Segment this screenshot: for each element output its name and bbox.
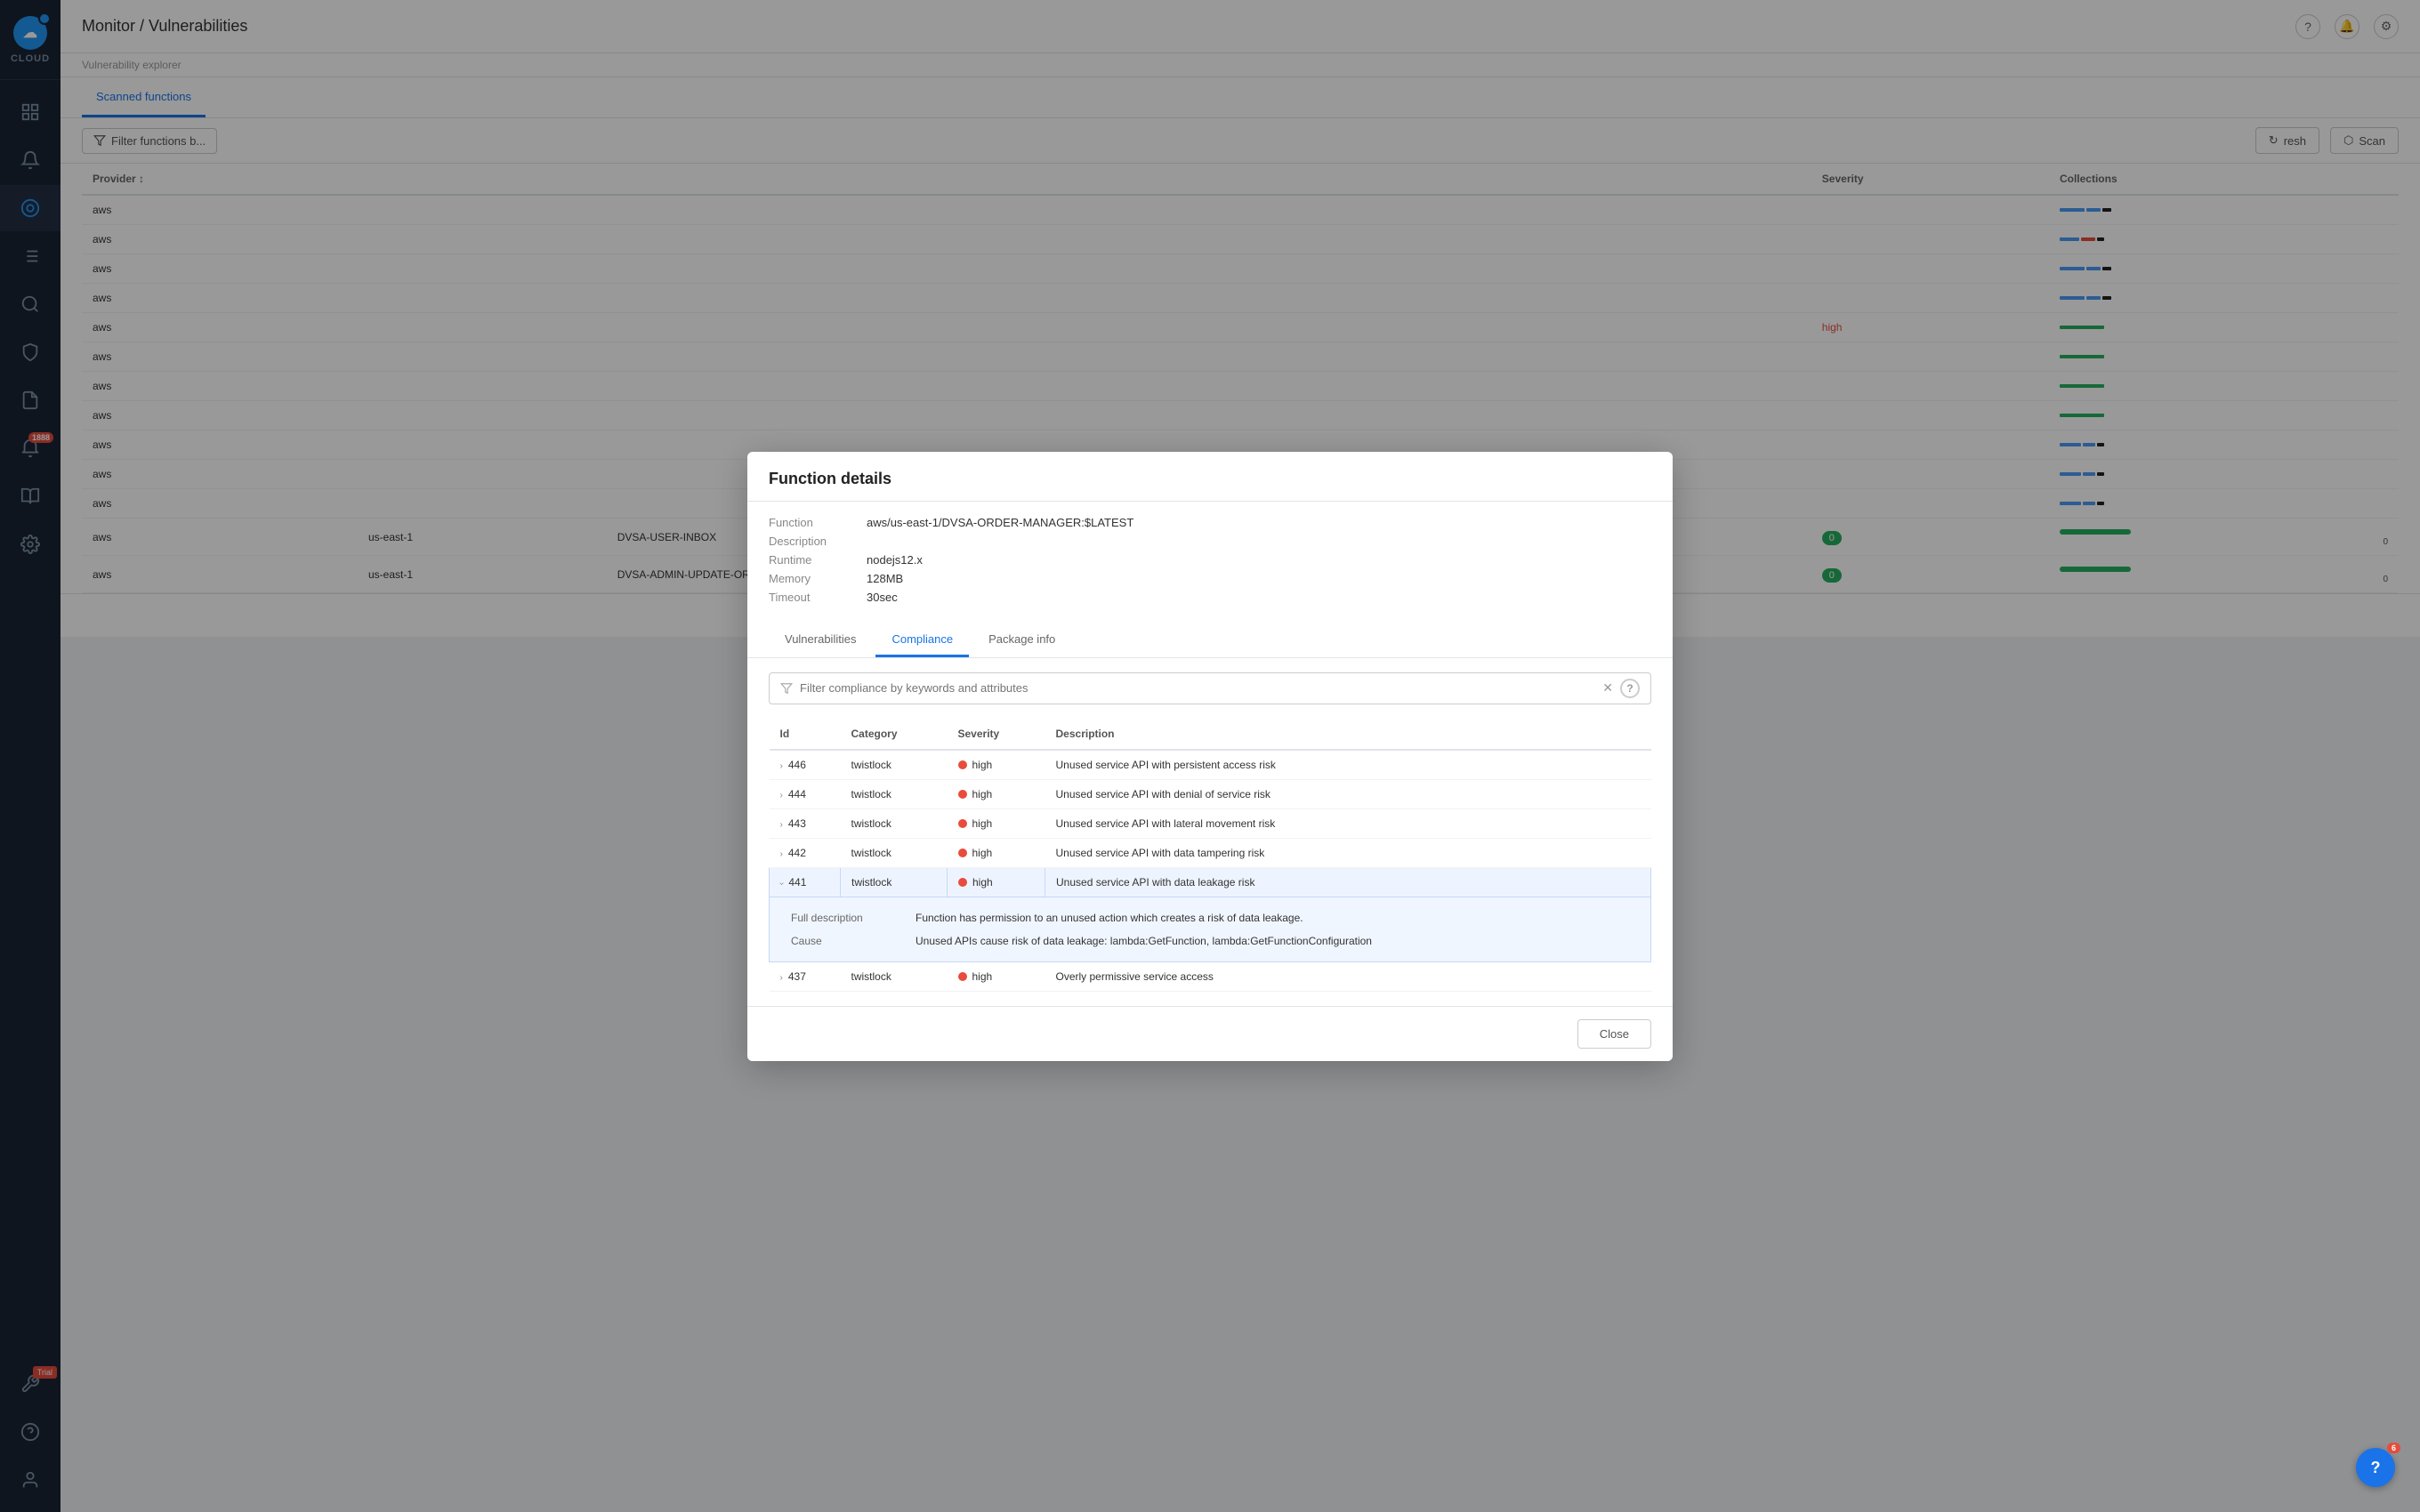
compliance-detail-441: Full description Function has permission…	[770, 897, 1651, 961]
function-value: aws/us-east-1/DVSA-ORDER-MANAGER:$LATEST	[867, 516, 1133, 529]
compliance-row-443[interactable]: ›443 twistlock high Unused service API w…	[770, 808, 1651, 838]
description-row: Description	[769, 535, 1651, 548]
modal-header: Function details	[747, 452, 1673, 502]
function-details-modal: Function details Function aws/us-east-1/…	[747, 452, 1673, 1061]
col-category: Category	[841, 719, 948, 750]
modal-meta: Function aws/us-east-1/DVSA-ORDER-MANAGE…	[747, 502, 1673, 623]
compliance-filter-bar: ✕ ?	[769, 672, 1651, 704]
function-row: Function aws/us-east-1/DVSA-ORDER-MANAGE…	[769, 516, 1651, 529]
modal-title: Function details	[769, 470, 1651, 488]
col-description: Description	[1045, 719, 1651, 750]
compliance-row-444[interactable]: ›444 twistlock high Unused service API w…	[770, 779, 1651, 808]
severity-dot	[958, 819, 967, 828]
compliance-row-446[interactable]: ›446 twistlock high Unused service API w…	[770, 750, 1651, 780]
modal-body: ✕ ? Id Category Severity Description ›4	[747, 658, 1673, 1006]
modal-footer: Close	[747, 1006, 1673, 1061]
timeout-row: Timeout 30sec	[769, 591, 1651, 604]
detail-grid: Full description Function has permission…	[791, 912, 1629, 947]
memory-value: 128MB	[867, 572, 903, 585]
timeout-value: 30sec	[867, 591, 898, 604]
severity-dot	[958, 972, 967, 981]
tab-package-info[interactable]: Package info	[972, 623, 1071, 657]
help-fab-badge: 6	[2387, 1443, 2400, 1453]
cause-label: Cause	[791, 935, 916, 947]
compliance-table: Id Category Severity Description ›446 tw…	[769, 719, 1651, 992]
runtime-row: Runtime nodejs12.x	[769, 553, 1651, 567]
modal-tabs: Vulnerabilities Compliance Package info	[747, 623, 1673, 658]
description-label: Description	[769, 535, 867, 548]
severity-dot	[958, 790, 967, 799]
full-description-label: Full description	[791, 912, 916, 924]
chevron-437[interactable]: ›	[780, 973, 783, 983]
runtime-value: nodejs12.x	[867, 553, 923, 567]
function-label: Function	[769, 516, 867, 529]
modal-overlay[interactable]: Function details Function aws/us-east-1/…	[0, 0, 2420, 1512]
tab-compliance[interactable]: Compliance	[875, 623, 969, 657]
col-severity: Severity	[948, 719, 1045, 750]
chevron-443[interactable]: ›	[780, 820, 783, 830]
compliance-filter-input[interactable]	[800, 681, 1595, 695]
close-button[interactable]: Close	[1577, 1019, 1651, 1049]
compliance-row-441[interactable]: ›441 twistlock high Unused service API w…	[770, 867, 1651, 897]
tab-vulnerabilities[interactable]: Vulnerabilities	[769, 623, 872, 657]
compliance-filter-clear[interactable]: ✕	[1602, 680, 1613, 696]
compliance-row-442[interactable]: ›442 twistlock high Unused service API w…	[770, 838, 1651, 867]
compliance-filter-help[interactable]: ?	[1620, 679, 1640, 698]
timeout-label: Timeout	[769, 591, 867, 604]
help-fab[interactable]: ? 6	[2356, 1448, 2395, 1487]
severity-dot	[958, 848, 967, 857]
severity-dot	[958, 760, 967, 769]
memory-label: Memory	[769, 572, 867, 585]
severity-dot	[958, 878, 967, 887]
chevron-446[interactable]: ›	[780, 761, 783, 771]
full-description-value: Function has permission to an unused act…	[916, 912, 1629, 924]
memory-row: Memory 128MB	[769, 572, 1651, 585]
chevron-441[interactable]: ›	[777, 881, 786, 884]
filter-compliance-icon	[780, 682, 793, 695]
cause-value: Unused APIs cause risk of data leakage: …	[916, 935, 1629, 947]
chevron-442[interactable]: ›	[780, 849, 783, 859]
chevron-444[interactable]: ›	[780, 791, 783, 800]
runtime-label: Runtime	[769, 553, 867, 567]
help-fab-icon: ?	[2371, 1459, 2381, 1477]
col-id: Id	[770, 719, 841, 750]
compliance-row-437[interactable]: ›437 twistlock high Overly permissive se…	[770, 961, 1651, 991]
